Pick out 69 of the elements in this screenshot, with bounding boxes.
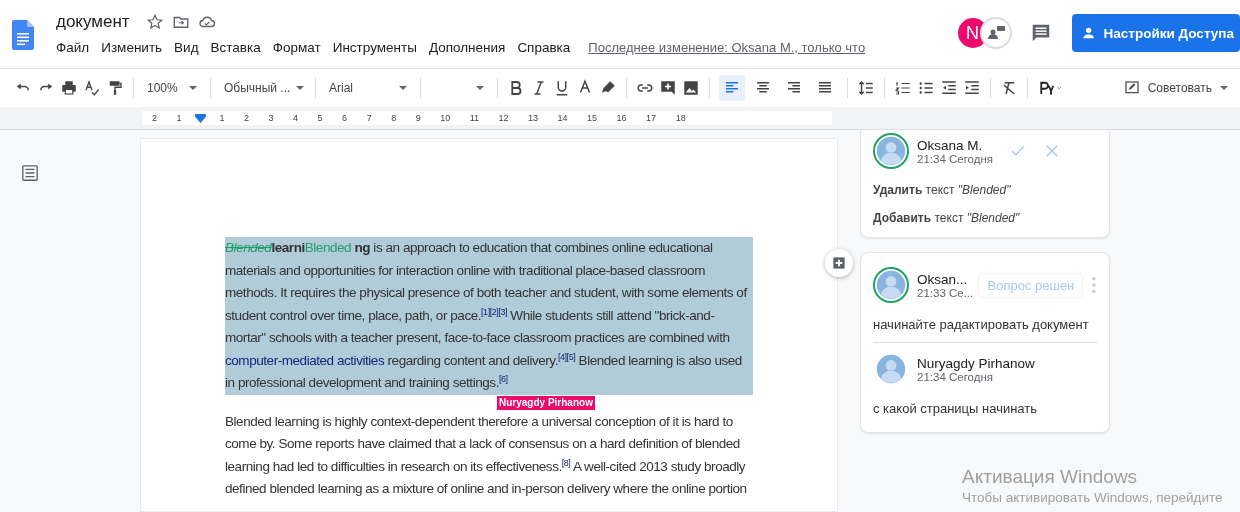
ruler-number: 9: [415, 112, 421, 125]
ruler-number: 17: [646, 112, 657, 125]
clear-formatting-icon[interactable]: [1000, 79, 1018, 97]
editing-mode-dropdown[interactable]: Советовать: [1119, 76, 1232, 100]
menu-item[interactable]: Файл: [56, 40, 90, 55]
ruler-number: 1: [176, 112, 182, 125]
numbered-list-icon[interactable]: [894, 79, 912, 97]
ruler-number: 18: [675, 112, 686, 125]
comment-author: Oksan...: [917, 271, 969, 287]
style-dropdown[interactable]: Обычный ...: [220, 76, 306, 100]
ruler-number: 16: [616, 112, 627, 125]
ruler-number: 7: [366, 112, 372, 125]
add-comment-icon[interactable]: [659, 79, 677, 97]
ruler-number: 8: [391, 112, 397, 125]
share-button[interactable]: Настройки Доступа: [1071, 14, 1240, 52]
pencil-box-icon: [1123, 80, 1140, 96]
menu-item[interactable]: Вид: [174, 40, 199, 55]
meet-avatar-icon[interactable]: [979, 17, 1012, 49]
ruler-number: 3: [268, 112, 274, 125]
outline-icon[interactable]: [21, 164, 39, 182]
activation-notice-title: Активация Windows: [962, 466, 1139, 488]
last-edit-link[interactable]: Последнее изменение: Oksana M., только что: [588, 40, 866, 55]
ruler-number: 5: [317, 112, 323, 125]
document-title[interactable]: документ: [56, 12, 130, 32]
zoom-dropdown[interactable]: 100%: [143, 76, 201, 100]
comment-text: с какой страницы начинать: [873, 401, 1039, 416]
comment-text: начинайте радактировать документ: [873, 317, 1090, 332]
comment-time: 21:34 Сегодня: [917, 152, 994, 165]
menu-item[interactable]: Инструменты: [332, 40, 417, 55]
ruler-number: 13: [528, 112, 539, 125]
text-link[interactable]: computer-mediated activities: [225, 352, 385, 368]
ruler-number: 14: [557, 112, 568, 125]
activation-notice-text: Чтобы активировать Windows, перейдите: [962, 490, 1223, 505]
menu-item[interactable]: Формат: [272, 40, 321, 55]
comment-author: Oksana M.: [917, 137, 984, 153]
comment-author: Nuryagdy Pirhanow: [917, 355, 1035, 371]
spellcheck-icon[interactable]: [83, 79, 101, 97]
indent-marker-icon[interactable]: [195, 113, 207, 123]
paragraph: BlendedlearniBlended ng is an approach to education that combines online educational materials and opportunities for interaction online with traditional place-based classroom methods. It requires the physical presence of both teacher and student, with some elements of student control over time, place, path, or pace.$^{[1][2][3]}$ While students still attend "brick-and-mortar" schools with a teacher present, face-to-face classroom practices are combined with computer-mediated activities regarding content and delivery.$^{[4][5]}$ Blended learning is also used in professional development and training settings.$^{[6]}$: [225, 237, 753, 395]
suggestion-text: Удалить текст "Blended": [873, 183, 1012, 197]
ruler-number: 6: [342, 112, 348, 125]
menu-item[interactable]: Вставка: [210, 40, 261, 55]
ruler-number: 10: [440, 112, 451, 125]
docs-logo-icon[interactable]: [12, 20, 34, 50]
menu-item[interactable]: Дополнения: [428, 40, 506, 55]
suggestion-card[interactable]: Oksana M. 21:34 Сегодня Удалить текст "Blended" Добавить текст "Blended": [860, 130, 1110, 238]
ruler-number: 15: [587, 112, 598, 125]
ruler-number: 2: [152, 112, 157, 125]
comment-time: 21:34 Сегодня: [917, 370, 995, 383]
line-spacing-icon[interactable]: [857, 79, 875, 97]
print-icon[interactable]: [60, 79, 78, 97]
suggestion-text: Добавить текст "Blended": [873, 211, 1021, 225]
comment-time: 21:33 Се...: [917, 286, 971, 299]
menu-item[interactable]: Справка: [517, 40, 571, 55]
align-left-icon[interactable]: [719, 75, 745, 101]
menu-item[interactable]: Изменить: [101, 40, 163, 55]
ruler-number: 12: [498, 112, 509, 125]
ruler-number: 2: [244, 112, 250, 125]
font-dropdown[interactable]: Arial: [325, 76, 411, 100]
collaborator-cursor-label: Nuryagdy Pirhanow: [497, 395, 595, 410]
decrease-indent-icon[interactable]: [940, 79, 958, 97]
paragraph: Blended learning is highly context-dependent therefore a universal conception of it is hard to come by. Some reports have claimed that a lack of consensus on a hard definition of blended learning had led to difficulties in research on its effectiveness.$^{[8]}$ A well-cited 2013 study broadly defined blended learning as a mixture of online and in-person delivery where the online portion: [225, 412, 748, 498]
bulleted-list-icon[interactable]: [917, 79, 935, 97]
ruler-number: 1: [219, 112, 225, 125]
increase-indent-icon[interactable]: [963, 79, 981, 97]
star-icon[interactable]: [145, 13, 164, 31]
ruler-number: 11: [469, 112, 480, 125]
ruler-number: 4: [293, 112, 299, 125]
image-icon[interactable]: [682, 79, 700, 97]
